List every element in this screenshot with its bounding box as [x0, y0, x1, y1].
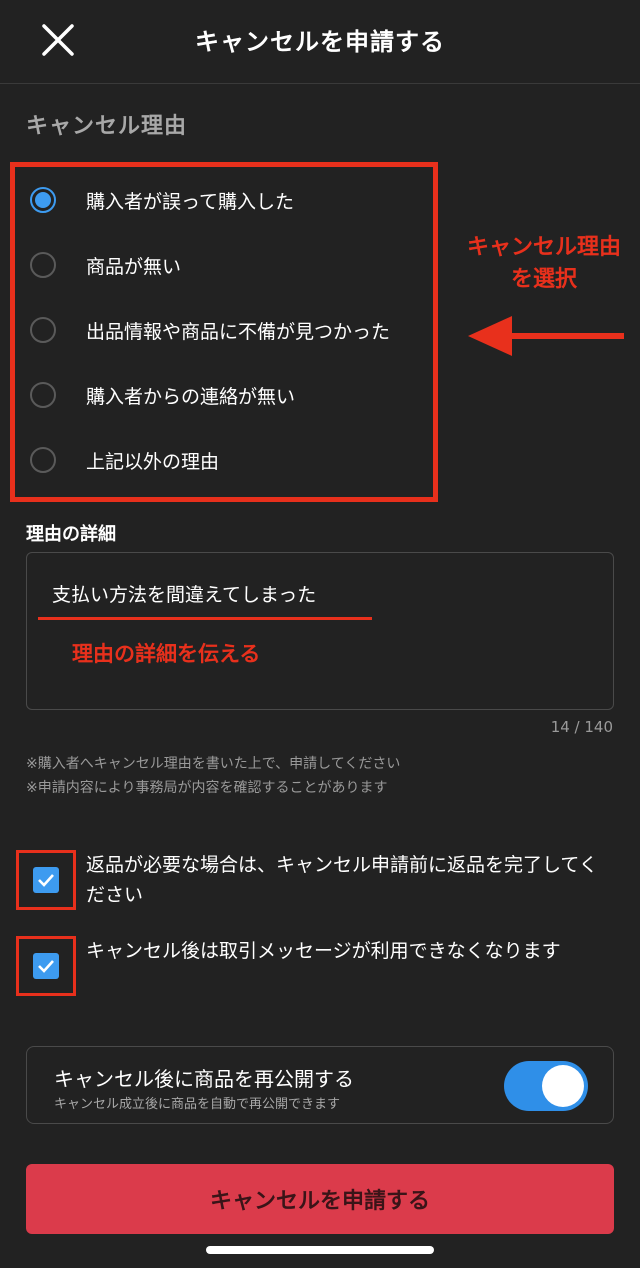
notes: ※購入者へキャンセル理由を書いた上で、申請してください ※申請内容により事務局が…: [26, 752, 400, 800]
message-confirm-label: キャンセル後は取引メッセージが利用できなくなります: [86, 940, 561, 962]
detail-textarea[interactable]: [26, 552, 614, 710]
return-confirm-label: 返品が必要な場合は、キャンセル申請前に返品を完了してください: [86, 854, 598, 906]
checkmark-icon: [38, 960, 54, 973]
page-title: キャンセルを申請する: [195, 28, 445, 56]
reason-option-1[interactable]: 購入者が誤って購入した: [30, 180, 294, 220]
note-line: ※購入者へキャンセル理由を書いた上で、申請してください: [26, 756, 401, 772]
radio-button[interactable]: [30, 382, 56, 408]
message-confirm-checkbox[interactable]: [33, 953, 59, 979]
republish-toggle[interactable]: [504, 1061, 588, 1111]
reason-option-label: 商品が無い: [86, 255, 182, 278]
checkmark-icon: [38, 874, 54, 887]
home-indicator: [206, 1246, 434, 1254]
arrow-left-icon: [468, 316, 624, 356]
submit-cancel-button[interactable]: キャンセルを申請する: [26, 1164, 614, 1234]
submit-button-label: キャンセルを申請する: [209, 1189, 430, 1214]
radio-button[interactable]: [30, 317, 56, 343]
annotation-select-reason: キャンセル理由 を選択: [456, 232, 632, 296]
checkbox-highlight-frame: [16, 850, 76, 910]
republish-setting: キャンセル後に商品を再公開する キャンセル成立後に商品を自動で再公開できます: [26, 1046, 614, 1124]
annotation-detail: 理由の詳細を伝える: [72, 642, 261, 666]
reason-option-2[interactable]: 商品が無い: [30, 245, 181, 285]
header-bar: キャンセルを申請する: [0, 0, 640, 84]
reason-option-label: 上記以外の理由: [86, 450, 220, 473]
toggle-knob: [542, 1065, 584, 1107]
reason-option-label: 購入者からの連絡が無い: [86, 385, 296, 408]
note-line: ※申請内容により事務局が内容を確認することがあります: [26, 780, 388, 796]
reason-option-4[interactable]: 購入者からの連絡が無い: [30, 375, 295, 415]
return-confirm-checkbox[interactable]: [33, 867, 59, 893]
annotation-underline: [38, 617, 372, 620]
character-count: 14 / 140: [550, 718, 613, 736]
republish-title: キャンセル後に商品を再公開する: [54, 1067, 354, 1091]
reason-option-5[interactable]: 上記以外の理由: [30, 440, 219, 480]
radio-button[interactable]: [30, 252, 56, 278]
reason-option-label: 購入者が誤って購入した: [86, 190, 295, 213]
radio-button-selected[interactable]: [30, 187, 56, 213]
annotation-line-2: を選択: [510, 267, 577, 292]
republish-subtitle: キャンセル成立後に商品を自動で再公開できます: [54, 1097, 341, 1112]
detail-textarea-value[interactable]: 支払い方法を間違えてしまった: [52, 580, 316, 607]
annotation-line-1: キャンセル理由: [466, 235, 621, 260]
section-label-reason: キャンセル理由: [26, 114, 188, 139]
reason-option-label: 出品情報や商品に不備が見つかった: [86, 320, 391, 343]
radio-button[interactable]: [30, 447, 56, 473]
detail-label: 理由の詳細: [26, 524, 116, 545]
checkbox-highlight-frame: [16, 936, 76, 996]
reason-option-3[interactable]: 出品情報や商品に不備が見つかった: [30, 310, 390, 350]
